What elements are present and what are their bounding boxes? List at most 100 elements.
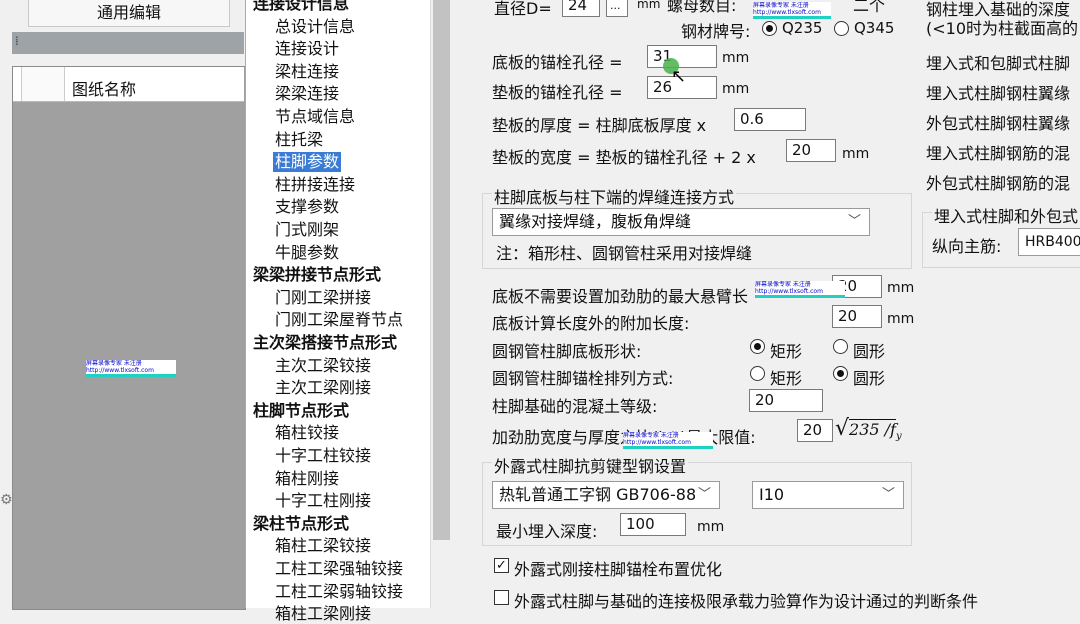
tree-item[interactable]: 连接设计	[275, 39, 339, 59]
rib-ratio-input[interactable]: 20	[797, 419, 833, 442]
drawing-list-grid[interactable]	[12, 66, 246, 610]
column-header-drawing-name[interactable]: 图纸名称	[72, 76, 136, 100]
nut-count-option-two[interactable]: 二个	[853, 0, 885, 16]
pad-width-input[interactable]: 20	[786, 139, 836, 162]
extra-length-input[interactable]: 20	[832, 305, 882, 328]
checkbox-ultimate-capacity[interactable]	[494, 590, 509, 605]
watermark: 屏幕录像专家 未注册 http://www.tlxsoft.com	[755, 281, 845, 298]
radio-bolt-rect[interactable]	[750, 366, 765, 381]
pad-hole-label: 垫板的锚栓孔径 =	[492, 83, 623, 102]
rebar-label: 纵向主筋:	[932, 237, 1002, 256]
tree-item[interactable]: 总设计信息	[275, 17, 355, 37]
tree-item[interactable]: 箱柱工梁刚接	[275, 604, 371, 624]
tree-item[interactable]: 十字工柱铰接	[275, 446, 371, 466]
mouse-cursor-icon: ↖	[671, 66, 687, 87]
nut-count-label: 螺母数目:	[667, 0, 737, 15]
tree-item[interactable]: 工柱工梁弱轴铰接	[275, 582, 403, 602]
base-hole-input[interactable]: 31	[647, 45, 717, 68]
label-bolt-optimize: 外露式刚接柱脚锚栓布置优化	[514, 560, 723, 579]
tree-item[interactable]: 箱柱刚接	[275, 469, 339, 489]
shear-group-title: 外露式柱脚抗剪键型钢设置	[492, 453, 689, 477]
grip-icon: ⁞	[15, 34, 19, 48]
shear-steel-size-select[interactable]: I10 ﹀	[752, 481, 904, 509]
tree-item[interactable]: 箱柱工梁铰接	[275, 536, 371, 556]
tree-item[interactable]: 主次工梁铰接	[275, 356, 371, 376]
label-q345: Q345	[854, 19, 895, 37]
weld-group-title: 柱脚底板与柱下端的焊缝连接方式	[492, 184, 737, 208]
gear-icon: ⚙	[0, 492, 13, 508]
label-bolt-rect: 矩形	[770, 369, 803, 388]
tree-item[interactable]: 支撑参数	[275, 197, 339, 217]
radio-bolt-circle[interactable]	[833, 366, 848, 381]
tree-item[interactable]: 柱脚参数	[273, 152, 342, 172]
tree-item[interactable]: 门刚工梁拼接	[275, 288, 371, 308]
tree-item[interactable]: 门刚工梁屋脊节点	[275, 310, 403, 330]
weld-method-select[interactable]: 翼缘对接焊缝，腹板角焊缝 ﹀	[492, 208, 870, 236]
checkbox-bolt-optimize[interactable]: ✓	[494, 558, 509, 573]
tree-item[interactable]: 主次工梁刚接	[275, 378, 371, 398]
tree-item[interactable]: 柱托梁	[275, 130, 323, 150]
right-line-1: 埋入式和包脚式柱脚	[926, 54, 1071, 73]
pipe-bolt-arrangement-label: 圆钢管柱脚锚栓排列方式:	[492, 369, 674, 388]
extra-length-unit: mm	[887, 311, 915, 327]
chevron-down-icon: ﹀	[881, 487, 895, 502]
radio-shape-rect[interactable]	[750, 339, 765, 354]
tree-group-header[interactable]: 主次梁搭接节点形式	[253, 333, 397, 353]
watermark: 屏幕录像专家 未注册 http://www.tlxsoft.com	[86, 360, 176, 377]
tree-item[interactable]: 梁柱连接	[275, 62, 339, 82]
radio-q345[interactable]	[834, 21, 849, 36]
tree-item[interactable]: 梁梁连接	[275, 84, 339, 104]
embed-rebar-group-title: 埋入式柱脚和外包式	[932, 203, 1080, 227]
tree-group-header[interactable]: 梁柱节点形式	[253, 514, 349, 534]
base-hole-unit: mm	[722, 50, 750, 66]
diameter-dots-button[interactable]: ...	[606, 0, 628, 17]
extra-length-label: 底板计算长度外的附加长度:	[492, 314, 690, 333]
tree-group-header[interactable]: 连接设计信息	[253, 0, 349, 14]
pad-thickness-input[interactable]: 0.6	[734, 108, 806, 131]
tree-item[interactable]: 箱柱铰接	[275, 423, 339, 443]
grid-row-header-corner[interactable]	[21, 67, 65, 101]
pad-thickness-label: 垫板的厚度 = 柱脚底板厚度 x	[492, 116, 707, 135]
radio-q235[interactable]	[762, 21, 777, 36]
toolbar-grip[interactable]: ⁞	[12, 32, 244, 54]
tree-item[interactable]: 节点域信息	[275, 107, 355, 127]
tree-item[interactable]: 工柱工梁强轴铰接	[275, 559, 403, 579]
min-depth-unit: mm	[697, 519, 725, 535]
right-line-2: 埋入式柱脚钢柱翼缘	[926, 84, 1071, 103]
chevron-down-icon: ﹀	[847, 214, 861, 229]
tab-general-edit[interactable]: 通用编辑	[28, 0, 230, 27]
weld-note: 注：箱形柱、圆钢管柱采用对接焊缝	[496, 244, 753, 263]
tree-group-header[interactable]: 梁梁拼接节点形式	[253, 265, 381, 285]
concrete-grade-input[interactable]: 20	[749, 389, 823, 412]
label-bolt-circle: 圆形	[853, 369, 886, 388]
label-ultimate-capacity: 外露式柱脚与基础的连接极限承载力验算作为设计通过的判断条件	[514, 592, 979, 611]
tree-item[interactable]: 十字工柱刚接	[275, 491, 371, 511]
right-line-4: 埋入式柱脚钢筋的混	[926, 144, 1071, 163]
concrete-grade-label: 柱脚基础的混凝土等级:	[492, 397, 658, 416]
min-depth-label: 最小埋入深度:	[496, 522, 598, 541]
watermark: 屏幕录像专家 未注册 http://www.tlxsoft.com	[753, 2, 831, 19]
tree-scrollbar-thumb[interactable]	[433, 0, 450, 540]
label-shape-rect: 矩形	[770, 342, 803, 361]
right-line-embed-note: (<10时为柱截面高的	[926, 19, 1079, 38]
tree-item[interactable]: 门式刚架	[275, 220, 339, 240]
pad-hole-unit: mm	[722, 81, 750, 97]
radio-shape-circle[interactable]	[833, 339, 848, 354]
watermark: 屏幕录像专家 未注册 http://www.tlxsoft.com	[623, 432, 713, 449]
diameter-unit: mm	[637, 0, 661, 11]
label-q235: Q235	[782, 19, 823, 37]
tree-item[interactable]: 牛腿参数	[275, 243, 339, 263]
base-hole-label: 底板的锚栓孔径 =	[492, 53, 623, 72]
tree-item[interactable]: 柱拼接连接	[275, 175, 355, 195]
pad-width-unit: mm	[842, 146, 870, 162]
tree-group-header[interactable]: 柱脚节点形式	[253, 401, 349, 421]
diameter-input[interactable]: 24	[562, 0, 600, 17]
shear-steel-type-select[interactable]: 热轧普通工字钢 GB706-88 ﹀	[492, 481, 720, 509]
rebar-select[interactable]: HRB400	[1018, 228, 1080, 256]
pipe-base-shape-label: 圆钢管柱脚底板形状:	[492, 342, 642, 361]
right-line-3: 外包式柱脚钢柱翼缘	[926, 114, 1071, 133]
diameter-label: 直径D=	[494, 0, 552, 18]
chevron-down-icon: ﹀	[697, 487, 711, 502]
steel-grade-label: 钢材牌号:	[681, 22, 751, 41]
min-depth-input[interactable]: 100	[620, 513, 686, 536]
